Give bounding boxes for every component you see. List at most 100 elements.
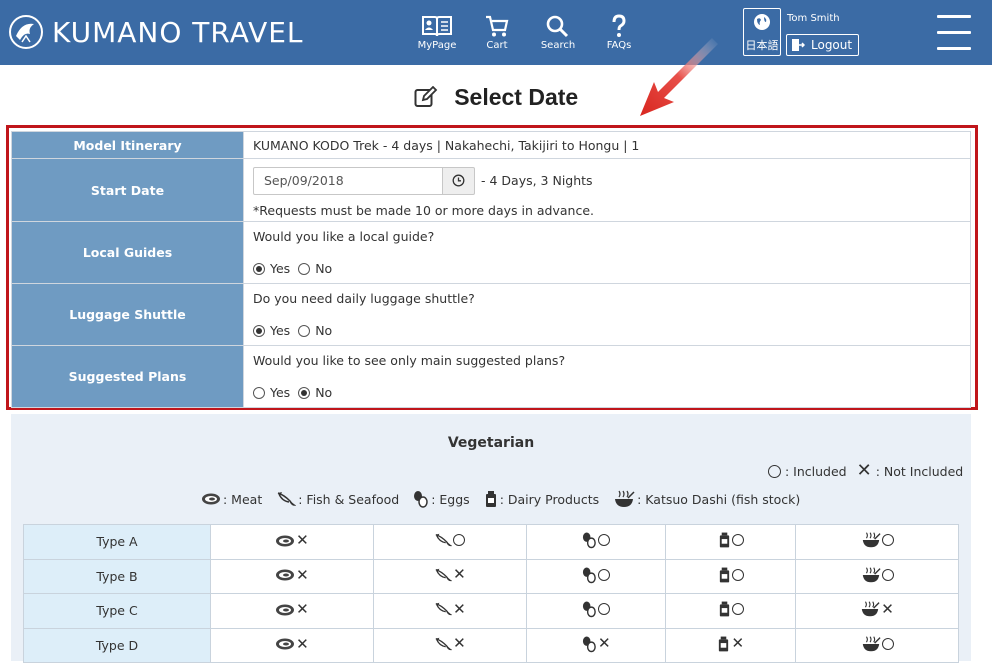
logout-icon xyxy=(792,39,805,51)
luggage-shuttle-yes-radio[interactable] xyxy=(253,324,265,337)
radio-label: No xyxy=(315,323,333,338)
ingredient-cell: ✕ xyxy=(372,558,528,594)
luggage-shuttle-no-radio[interactable] xyxy=(298,324,311,337)
luggage-shuttle-label: Luggage Shuttle xyxy=(11,283,244,346)
book-icon xyxy=(422,16,452,37)
key-label: : Katsuo Dashi (fish stock) xyxy=(637,491,801,507)
nav-search[interactable]: Search xyxy=(528,14,588,51)
dairy-icon xyxy=(718,566,731,584)
ingredient-cell xyxy=(665,593,797,629)
brand-logo[interactable]: KUMANO TRAVEL xyxy=(8,12,304,52)
clock-icon xyxy=(452,174,465,187)
not-included-legend-label: : Not Included xyxy=(875,463,964,479)
not-included-cross-icon: ✕ xyxy=(597,634,611,653)
search-icon xyxy=(546,15,569,38)
dashi-icon xyxy=(861,635,881,653)
ingredient-cell xyxy=(795,558,959,594)
local-guides-question: Would you like a local guide? xyxy=(253,229,435,244)
nav-label: Search xyxy=(540,40,576,51)
key-label: : Eggs xyxy=(431,491,470,507)
key-label: : Fish & Seafood xyxy=(298,491,400,507)
not-included-cross-icon: ✕ xyxy=(856,460,872,481)
start-date-row: Start Date - 4 Days, 3 Nights *Requests … xyxy=(11,158,971,222)
edit-icon xyxy=(414,86,438,107)
radio-label: Yes xyxy=(270,323,291,338)
logout-label: Logout xyxy=(811,38,853,52)
key-meat: : Meat xyxy=(201,492,262,507)
not-included-cross-icon: ✕ xyxy=(296,531,309,549)
meat-icon xyxy=(275,603,295,617)
diet-type-label: Type D xyxy=(23,627,211,663)
ingredient-cell: ✕ xyxy=(372,593,528,629)
nav-cart[interactable]: Cart xyxy=(467,14,527,51)
fish-icon xyxy=(434,636,453,652)
suggested-plans-question: Would you like to see only main suggeste… xyxy=(253,353,566,368)
local-guides-yes-radio[interactable] xyxy=(253,262,265,275)
not-included-cross-icon: ✕ xyxy=(453,565,466,584)
itinerary-row: Model Itinerary KUMANO KODO Trek - 4 day… xyxy=(11,131,971,159)
start-date-input[interactable] xyxy=(253,166,443,195)
table-row: Type C ✕ ✕ ✕ xyxy=(23,593,959,629)
radio-label: Yes xyxy=(270,261,291,276)
local-guides-no-radio[interactable] xyxy=(298,262,311,275)
ingredient-key: : Meat : Fish & Seafood : Eggs : Dairy P… xyxy=(201,490,814,508)
page-title-text: Select Date xyxy=(454,84,579,110)
dashi-icon xyxy=(615,490,635,507)
ingredient-cell: ✕ xyxy=(210,558,374,594)
vegetarian-panel: Vegetarian : Included ✕ : Not Included :… xyxy=(11,414,971,663)
ingredient-cell xyxy=(526,558,667,594)
nav-mypage[interactable]: MyPage xyxy=(407,14,467,51)
suggested-plans-yes-radio[interactable] xyxy=(253,386,265,399)
suggested-plans-row: Suggested Plans Would you like to see on… xyxy=(11,345,971,408)
dairy-icon xyxy=(718,531,731,549)
meat-icon xyxy=(275,568,295,582)
key-dairy: : Dairy Products xyxy=(484,490,599,508)
included-circle-icon xyxy=(598,534,611,547)
menu-hamburger-icon[interactable] xyxy=(937,15,971,50)
fish-icon xyxy=(434,532,453,548)
vegetarian-table: Type A ✕ Type B ✕ ✕ Type C ✕ ✕ ✕ Type D ✕ ✕ ✕ ✕ xyxy=(23,524,959,663)
included-legend-label: : Included xyxy=(785,463,847,479)
nav-label: Cart xyxy=(486,40,508,51)
included-circle-icon xyxy=(881,637,894,650)
language-button[interactable]: 日本語 xyxy=(743,8,781,56)
date-picker-button[interactable] xyxy=(443,166,475,195)
fish-icon xyxy=(434,601,453,617)
dashi-icon xyxy=(860,600,880,618)
ingredient-cell xyxy=(526,593,667,629)
question-icon xyxy=(612,14,626,37)
included-circle-icon xyxy=(731,534,744,547)
dashi-icon xyxy=(861,566,881,584)
suggested-plans-no-radio[interactable] xyxy=(298,386,311,399)
local-guides-label: Local Guides xyxy=(11,221,244,284)
logout-button[interactable]: Logout xyxy=(786,34,859,56)
not-included-cross-icon: ✕ xyxy=(296,600,309,618)
key-fish: : Fish & Seafood xyxy=(276,491,399,507)
booking-form-table: Model Itinerary KUMANO KODO Trek - 4 day… xyxy=(11,131,971,408)
brand-name: KUMANO TRAVEL xyxy=(52,15,304,49)
itinerary-value: KUMANO KODO Trek - 4 days | Nakahechi, T… xyxy=(243,131,971,159)
table-row: Type B ✕ ✕ xyxy=(23,558,959,594)
included-circle-icon xyxy=(731,568,744,581)
dairy-icon xyxy=(717,635,730,653)
not-included-cross-icon: ✕ xyxy=(296,565,309,584)
not-included-cross-icon: ✕ xyxy=(881,599,894,618)
diet-type-label: Type A xyxy=(23,524,211,560)
key-eggs: : Eggs xyxy=(413,490,470,508)
ingredient-cell xyxy=(795,627,959,663)
table-row: Type D ✕ ✕ ✕ ✕ xyxy=(23,627,959,663)
luggage-shuttle-question: Do you need daily luggage shuttle? xyxy=(253,291,475,306)
not-included-cross-icon: ✕ xyxy=(453,599,466,618)
key-label: : Dairy Products xyxy=(499,491,600,507)
dashi-icon xyxy=(861,531,881,549)
included-circle-icon xyxy=(768,464,781,478)
page-title: Select Date xyxy=(0,84,992,111)
radio-label: No xyxy=(315,261,333,276)
key-dashi: : Katsuo Dashi (fish stock) xyxy=(613,490,800,508)
meat-icon xyxy=(275,637,295,651)
luggage-shuttle-row: Luggage Shuttle Do you need daily luggag… xyxy=(11,283,971,346)
ingredient-cell: ✕ xyxy=(665,627,797,663)
ingredient-cell: ✕ xyxy=(526,627,667,663)
ingredient-cell: ✕ xyxy=(372,627,528,663)
ingredient-cell: ✕ xyxy=(210,627,374,663)
